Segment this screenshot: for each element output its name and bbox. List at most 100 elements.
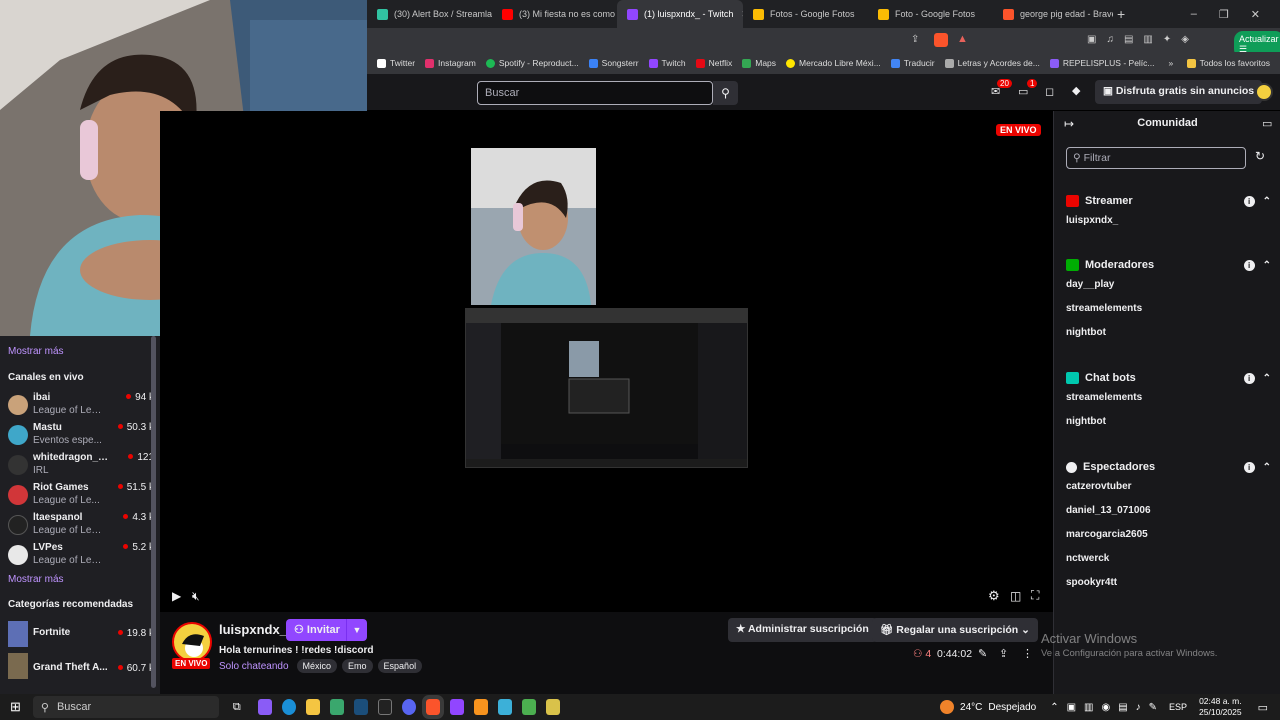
bookmark[interactable]: Instagram (425, 58, 476, 68)
chevron-up-icon[interactable]: ⌃ (1263, 373, 1271, 384)
whispers-icon[interactable]: ◻ (1045, 85, 1054, 98)
language-indicator[interactable]: ESP (1169, 702, 1187, 712)
invite-button[interactable]: ⚇ Invitar (286, 619, 348, 641)
category-link[interactable]: Solo chateando (219, 661, 289, 672)
taskbar-search[interactable]: ⚲ Buscar (32, 696, 219, 718)
bookmark[interactable]: Netflix (695, 58, 732, 68)
discord-icon[interactable] (401, 699, 416, 715)
user-entry[interactable]: nctwerck (1066, 547, 1271, 571)
info-icon[interactable]: i (1243, 461, 1255, 473)
tray-icons[interactable]: ⌃▣▥◉▤♪✎ (1050, 702, 1165, 713)
tag-pill[interactable]: México (296, 659, 338, 673)
chevron-up-icon[interactable]: ⌃ (1263, 196, 1271, 207)
channel-item[interactable]: ibai League of Leg... 94 k (8, 392, 154, 420)
section-header[interactable]: Streamer i ⌃ (1066, 193, 1271, 209)
info-icon[interactable]: i (1243, 195, 1255, 207)
gift-subscription-button[interactable]: 🎁︎ Regalar una suscripción ⌄ (872, 618, 1038, 642)
browser-tab[interactable]: (3) Mi fiesta no es como la (492, 0, 617, 28)
user-entry[interactable]: day__play (1066, 273, 1271, 297)
channel-item[interactable]: whitedragon_ul... IRL 121 (8, 452, 154, 480)
show-more-link[interactable]: Mostrar más (8, 574, 64, 585)
user-entry[interactable]: catzerovtuber (1066, 475, 1271, 499)
chevron-up-icon[interactable]: ⌃ (1263, 260, 1271, 271)
channel-item[interactable]: Mastu Eventos espe... 50.3 k (8, 422, 154, 450)
minecraft-icon[interactable] (521, 699, 536, 715)
minimize-icon[interactable]: – (1191, 8, 1197, 21)
browser-tab[interactable]: george pig edad - Brave S (993, 0, 1113, 28)
theatre-mode-icon[interactable]: ◫ (1010, 589, 1021, 603)
share-icon[interactable]: ⇪ (999, 647, 1008, 660)
brave-icon[interactable] (421, 695, 444, 719)
avatar[interactable] (1255, 83, 1273, 101)
chevron-up-icon[interactable]: ⌃ (1263, 462, 1271, 473)
bookmark[interactable]: REPELISPLUS - Pelíc... (1049, 58, 1155, 68)
user-entry[interactable]: streamelements (1066, 297, 1271, 321)
section-header[interactable]: Chat bots i ⌃ (1066, 370, 1271, 386)
settings-icon[interactable]: ⚙ (988, 588, 1000, 604)
app-icon[interactable] (473, 699, 488, 715)
search-input[interactable]: Buscar (477, 81, 713, 105)
info-icon[interactable]: i (1243, 372, 1255, 384)
app-icon[interactable] (497, 699, 512, 715)
bookmark[interactable]: Spotify - Reproduct... (485, 58, 579, 68)
all-bookmarks[interactable]: Todos los favoritos (1186, 58, 1270, 68)
weather-icon[interactable] (940, 700, 955, 714)
refresh-icon[interactable]: ↻ (1255, 149, 1265, 163)
user-entry[interactable]: marcogarcia2605 (1066, 523, 1271, 547)
bits-icon[interactable]: ◆ (1072, 84, 1080, 97)
copilot-icon[interactable] (257, 699, 272, 715)
search-button[interactable]: ⚲ (713, 81, 738, 105)
user-entry[interactable]: streamelements (1066, 386, 1271, 410)
bookmark[interactable]: Maps (742, 58, 776, 68)
section-header[interactable]: Moderadores i ⌃ (1066, 257, 1271, 273)
channel-avatar[interactable] (172, 622, 212, 662)
edit-icon[interactable]: ✎ (978, 647, 987, 660)
steam-icon[interactable] (353, 699, 368, 715)
close-window-icon[interactable]: ✕ (1251, 8, 1260, 21)
clock[interactable]: 02:48 a. m. 25/10/2025 (1199, 696, 1242, 718)
inbox-icon[interactable]: ▭ (1018, 85, 1028, 98)
info-icon[interactable]: i (1243, 259, 1255, 271)
toolbar-icons[interactable]: ▣♫▤▥✦◈ (1087, 34, 1199, 45)
new-tab-icon[interactable]: + (1117, 6, 1125, 22)
ad-free-button[interactable]: ▣ Disfruta gratis sin anuncios (1095, 80, 1263, 104)
bookmark[interactable]: Traducir (890, 58, 935, 68)
video-player[interactable]: ▶ 🔇︎ ⚙ ◫ ⛶ (160, 111, 1053, 612)
windows-start-icon[interactable]: ⊞ (10, 699, 21, 715)
edge-icon[interactable] (281, 699, 296, 715)
browser-tab[interactable]: Foto - Google Fotos (868, 0, 993, 28)
tag-pill[interactable]: Español (377, 659, 423, 673)
more-options-icon[interactable]: ⋮ (1022, 647, 1033, 660)
browser-tab[interactable]: Fotos - Google Fotos (743, 0, 868, 28)
file-explorer-icon[interactable] (305, 699, 320, 715)
user-entry[interactable]: spookyr4tt (1066, 571, 1271, 595)
brave-shields-icon[interactable] (934, 33, 948, 47)
bookmark[interactable]: Twitter (377, 58, 415, 68)
sidebar-scrollbar[interactable] (151, 336, 156, 688)
play-icon[interactable]: ▶ (172, 589, 181, 603)
more-bookmarks-icon[interactable]: » (1169, 58, 1174, 68)
app-icon[interactable] (545, 699, 560, 715)
bookmark[interactable]: Songsterr (588, 58, 639, 68)
show-more-link[interactable]: Mostrar más (8, 346, 64, 357)
browser-tab[interactable]: (30) Alert Box / Streamlabs (367, 0, 492, 28)
user-entry[interactable]: luispxndx_ (1066, 209, 1271, 233)
channel-item[interactable]: Riot Games League of Le... 51.5 k (8, 482, 154, 510)
user-entry[interactable]: nightbot (1066, 410, 1271, 434)
channel-item[interactable]: LVPes League of Leg... 5.2 k (8, 542, 154, 570)
section-header[interactable]: Espectadores i ⌃ (1066, 459, 1271, 475)
epic-games-icon[interactable] (377, 699, 392, 715)
user-entry[interactable]: nightbot (1066, 321, 1271, 345)
bookmark[interactable]: Mercado Libre Méxi... (786, 58, 881, 68)
tag-pill[interactable]: Emo (342, 659, 373, 673)
manage-subscription-button[interactable]: ★ Administrar suscripción (728, 618, 877, 642)
bookmark[interactable]: Twitch (648, 58, 686, 68)
fullscreen-icon[interactable]: ⛶ (1031, 588, 1039, 603)
maximize-icon[interactable]: ❐ (1219, 8, 1229, 21)
brave-rewards-icon[interactable]: ▲ (957, 33, 968, 45)
browser-tab-active[interactable]: (1) luispxndx_ - Twitch✕ (617, 0, 743, 28)
category-item[interactable]: Fortnite 19.8 k (8, 621, 154, 647)
share-icon[interactable]: ⇪ (911, 34, 919, 45)
user-entry[interactable]: daniel_13_071006 (1066, 499, 1271, 523)
category-item[interactable]: Grand Theft A... 60.7 k (8, 653, 154, 679)
